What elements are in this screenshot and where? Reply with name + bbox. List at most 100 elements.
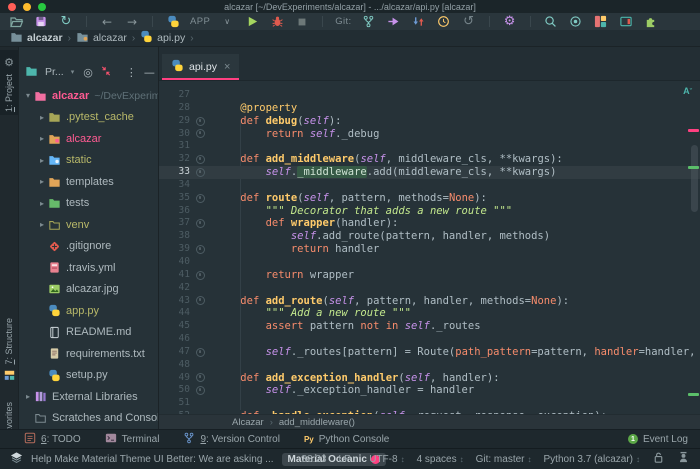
debug-icon[interactable] <box>269 14 285 29</box>
tree-item-requirements-txt[interactable]: requirements.txt <box>19 343 159 365</box>
search-everywhere-icon[interactable] <box>543 14 559 29</box>
save-all-icon[interactable] <box>33 14 49 29</box>
python-file-icon <box>171 59 184 75</box>
status-item-lf[interactable]: LF↕ <box>339 454 358 465</box>
stop-icon[interactable] <box>294 14 310 29</box>
lock-icon[interactable] <box>652 451 665 467</box>
locate-icon[interactable]: ◎ <box>83 66 93 79</box>
tree-item-alcazar[interactable]: ▾alcazar~/DevExperiments <box>19 85 159 107</box>
highlighting-level-icon[interactable] <box>677 451 690 467</box>
tree-item--travis-yml[interactable]: .travis.yml <box>19 257 159 279</box>
git-update-icon[interactable] <box>411 14 427 29</box>
status-item-git-master[interactable]: Git: master↕ <box>476 454 532 465</box>
fold-marker-icon[interactable]: ∧ <box>196 245 205 254</box>
code-line-50: 50∧ self._exception_handler = handler <box>159 384 700 397</box>
status-item-utf-8[interactable]: UTF-8↕ <box>369 454 404 465</box>
tree-item-templates[interactable]: ▸templates <box>19 171 159 193</box>
options-kebab-icon[interactable]: ⋮ <box>126 66 137 79</box>
tree-item-app-py[interactable]: app.py <box>19 300 159 322</box>
run-config-chevron-icon[interactable]: ∨ <box>219 14 235 29</box>
minimize-window-button[interactable] <box>23 3 31 11</box>
status-item-4-spaces[interactable]: 4 spaces↕ <box>417 454 464 465</box>
fold-marker-icon[interactable]: ∧ <box>196 386 205 395</box>
fold-marker-icon[interactable]: ∨ <box>196 219 205 228</box>
chevron-collapsed-icon[interactable]: ▸ <box>37 177 47 186</box>
open-project-icon[interactable] <box>8 14 24 29</box>
tree-item-static[interactable]: ▸static <box>19 150 159 172</box>
run-anything-icon[interactable] <box>568 14 584 29</box>
chevron-collapsed-icon[interactable]: ▸ <box>37 134 47 143</box>
fold-marker-icon[interactable]: ∧ <box>196 348 205 357</box>
chevron-collapsed-icon[interactable]: ▸ <box>37 199 47 208</box>
tree-item--pytest-cache[interactable]: ▸.pytest_cache <box>19 107 159 129</box>
chevron-collapsed-icon[interactable]: ▸ <box>37 113 47 122</box>
run-configuration-label[interactable]: APP <box>190 16 210 27</box>
tree-item-scratches-and-consoles[interactable]: Scratches and Consoles <box>19 408 159 430</box>
breadcrumb-alcazar[interactable]: alcazar <box>76 31 127 46</box>
chevron-collapsed-icon[interactable]: ▸ <box>37 220 47 229</box>
fold-marker-icon[interactable]: ∧ <box>196 129 205 138</box>
tool-window-version-control[interactable]: 9: Version Control <box>183 432 280 447</box>
breadcrumb-method[interactable]: add_middleware() <box>279 417 355 428</box>
tree-item--gitignore[interactable]: .gitignore <box>19 236 159 258</box>
project-structure-icon[interactable] <box>618 14 634 29</box>
fold-marker-icon[interactable]: ∨ <box>196 373 205 382</box>
fold-marker-icon[interactable]: ∨ <box>196 296 205 305</box>
chevron-expanded-icon[interactable]: ▾ <box>23 91 33 100</box>
fold-marker-icon[interactable]: ∧ <box>196 168 205 177</box>
close-window-button[interactable] <box>8 3 16 11</box>
tool-window-stripe: ⚙1: Project7: Structure2: Favorites★ <box>0 47 19 429</box>
breadcrumb-class[interactable]: Alcazar <box>232 417 264 428</box>
code-line-34: 34 <box>159 179 700 192</box>
settings-icon[interactable]: ⚙ <box>502 14 518 29</box>
chevron-collapsed-icon[interactable]: ▸ <box>37 156 47 165</box>
git-branches-icon[interactable] <box>361 14 377 29</box>
tree-item-setup-py[interactable]: setup.py <box>19 365 159 387</box>
chevron-collapsed-icon[interactable]: ▸ <box>23 392 33 401</box>
tool-window-python-console[interactable]: PyPython Console <box>304 434 389 445</box>
tree-item-alcazar-jpg[interactable]: alcazar.jpg <box>19 279 159 301</box>
run-icon[interactable] <box>244 14 260 29</box>
code-line-35: 35∨ def route(self, pattern, methods=Non… <box>159 192 700 205</box>
zoom-window-button[interactable] <box>38 3 46 11</box>
forward-icon[interactable]: → <box>124 14 140 29</box>
tree-item-alcazar[interactable]: ▸alcazar <box>19 128 159 150</box>
breadcrumb-separator: › <box>190 33 193 44</box>
status-item-33-23[interactable]: 33:23 <box>302 454 327 465</box>
tool-window-todo[interactable]: 6: TODO <box>24 432 81 447</box>
collapse-all-icon[interactable] <box>100 65 112 80</box>
breadcrumb-alcazar[interactable]: alcazar <box>10 31 63 46</box>
stripe-button-project[interactable]: ⚙1: Project <box>0 50 18 115</box>
change-stripe-mark[interactable] <box>688 166 699 169</box>
fold-marker-icon[interactable]: ∧ <box>196 271 205 280</box>
tool-window-event-log[interactable]: 1Event Log <box>628 434 688 445</box>
tab-api-py[interactable]: api.py × <box>162 54 239 80</box>
tree-item-readme-md[interactable]: README.md <box>19 322 159 344</box>
status-item-python-3-7-alcazar-[interactable]: Python 3.7 (alcazar)↕ <box>544 454 641 465</box>
git-push-icon[interactable] <box>386 14 402 29</box>
tree-item-tests[interactable]: ▸tests <box>19 193 159 215</box>
change-stripe-mark[interactable] <box>688 393 699 396</box>
fold-marker-icon[interactable]: ∨ <box>196 194 205 203</box>
breadcrumb-api.py[interactable]: api.py <box>140 30 185 46</box>
line-number: 51 <box>159 397 193 410</box>
stripe-button-structure[interactable]: 7: Structure <box>0 315 18 389</box>
editor[interactable]: api.py × Aˇ 2728 @property29∨ def debug(… <box>159 47 700 429</box>
project-view-selector[interactable]: Pr... <box>45 66 64 78</box>
hide-panel-icon[interactable]: — <box>144 66 155 79</box>
tree-item-venv[interactable]: ▸venv <box>19 214 159 236</box>
tree-item-external-libraries[interactable]: ▸External Libraries <box>19 386 159 408</box>
error-stripe-mark[interactable] <box>688 129 699 132</box>
local-history-icon[interactable] <box>436 14 452 29</box>
synchronize-icon[interactable]: ↻ <box>58 14 74 29</box>
close-tab-icon[interactable]: × <box>224 61 230 73</box>
back-icon[interactable]: ← <box>99 14 115 29</box>
tool-window-terminal[interactable]: Terminal <box>105 432 160 447</box>
editor-scrollbar[interactable] <box>691 145 698 212</box>
fold-marker-icon[interactable]: ∨ <box>196 155 205 164</box>
plugins-icon[interactable] <box>643 14 659 29</box>
fold-marker-icon[interactable]: ∨ <box>196 117 205 126</box>
line-number: 28 <box>159 102 193 115</box>
rollback-icon[interactable]: ↺ <box>461 14 477 29</box>
material-theme-settings-icon[interactable] <box>593 14 609 29</box>
